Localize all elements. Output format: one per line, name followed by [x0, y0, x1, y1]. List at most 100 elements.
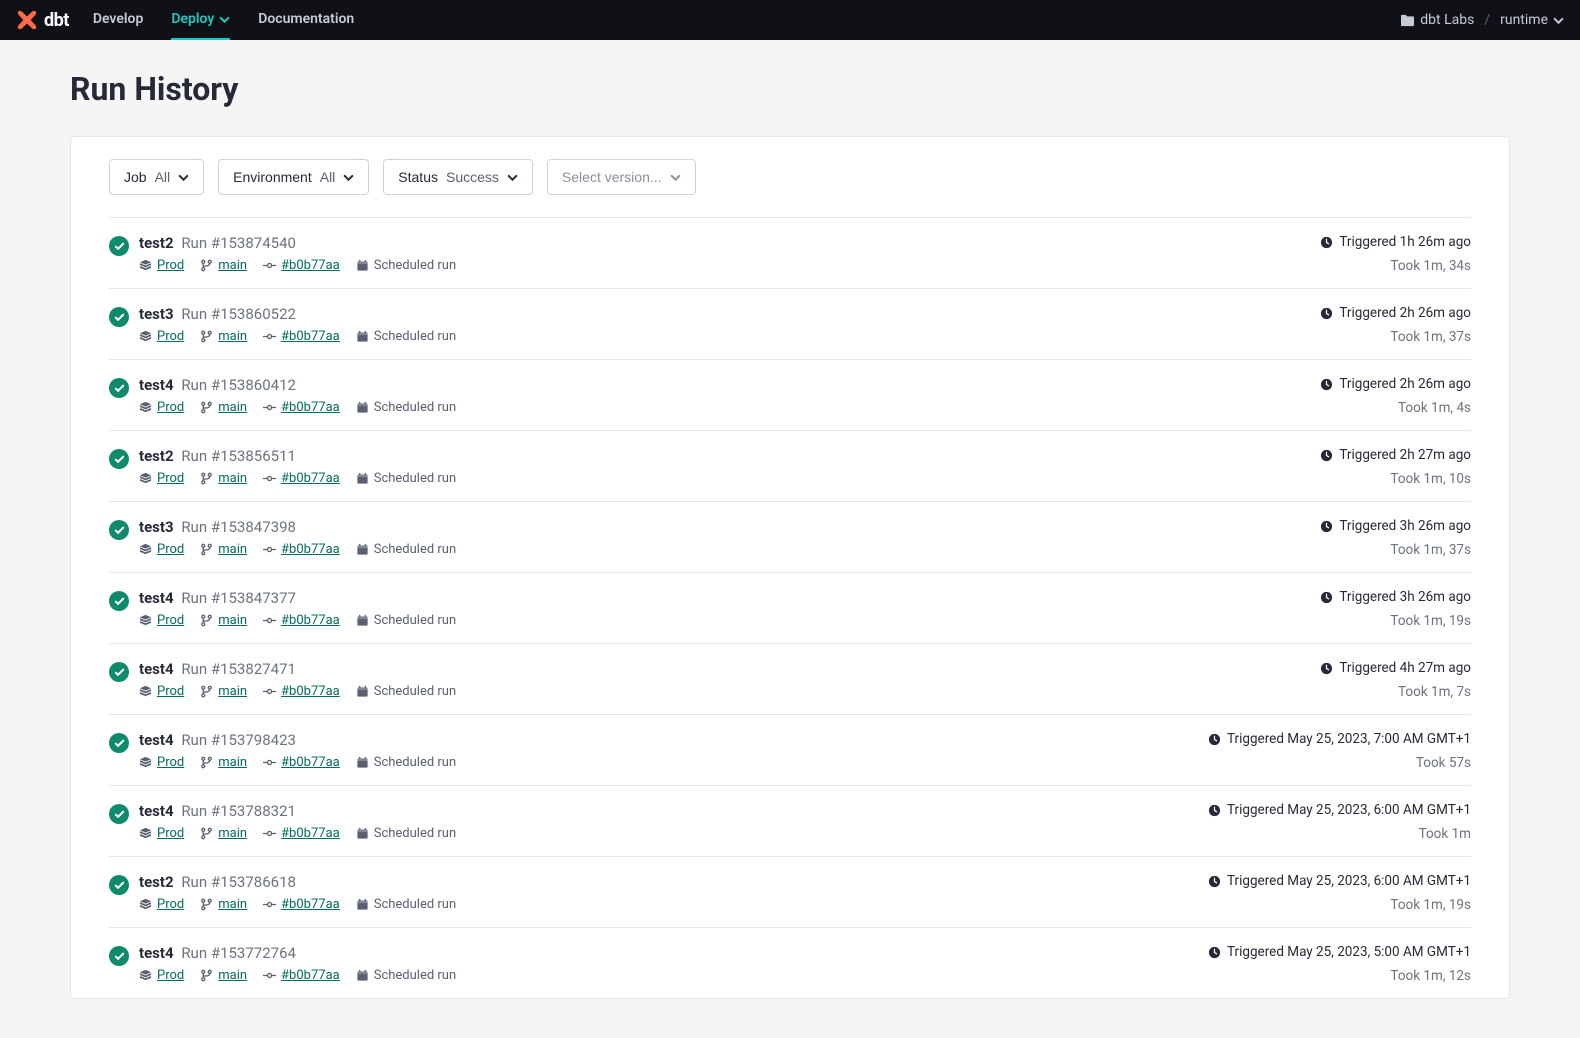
run-id: Run #153847377	[181, 589, 296, 607]
run-title: test4 Run #153860412	[139, 376, 1320, 394]
env-link[interactable]: Prod	[139, 471, 184, 486]
env-link[interactable]: Prod	[139, 968, 184, 983]
commit-link[interactable]: #b0b77aa	[263, 471, 340, 486]
filter-job[interactable]: Job All	[109, 159, 204, 195]
run-row[interactable]: test2 Run #153856511 Prod main #b0b77aa	[109, 430, 1471, 501]
folder-icon	[1400, 14, 1415, 27]
filter-version[interactable]: Select version...	[547, 159, 696, 195]
run-right: Triggered May 25, 2023, 6:00 AM GMT+1 To…	[1208, 873, 1471, 913]
brand-logo[interactable]: dbt	[16, 9, 69, 31]
calendar-icon	[356, 756, 369, 769]
calendar-icon	[356, 969, 369, 982]
run-title: test2 Run #153874540	[139, 234, 1320, 252]
commit-link[interactable]: #b0b77aa	[263, 684, 340, 699]
env-link[interactable]: Prod	[139, 258, 184, 273]
duration: Took 1m, 34s	[1320, 258, 1471, 274]
clock-icon	[1208, 804, 1221, 817]
status-success-icon	[109, 236, 129, 256]
branch-link[interactable]: main	[200, 542, 247, 557]
branch-link[interactable]: main	[200, 613, 247, 628]
job-name: test4	[139, 944, 174, 962]
job-name: test4	[139, 589, 174, 607]
nav-context: dbt Labs / runtime	[1400, 12, 1564, 28]
duration: Took 1m, 19s	[1208, 897, 1471, 913]
run-right: Triggered May 25, 2023, 7:00 AM GMT+1 To…	[1208, 731, 1471, 771]
run-right: Triggered 2h 27m ago Took 1m, 10s	[1320, 447, 1471, 487]
run-title: test2 Run #153856511	[139, 447, 1320, 465]
env-link[interactable]: Prod	[139, 684, 184, 699]
run-main: test3 Run #153860522 Prod main #b0b77aa	[139, 305, 1320, 344]
commit-link[interactable]: #b0b77aa	[263, 968, 340, 983]
run-meta: Prod main #b0b77aa Scheduled run	[139, 542, 1320, 557]
dbt-logo-icon	[16, 9, 38, 31]
run-meta: Prod main #b0b77aa Scheduled run	[139, 968, 1208, 983]
commit-link[interactable]: #b0b77aa	[263, 755, 340, 770]
env-link[interactable]: Prod	[139, 329, 184, 344]
trigger-time: Triggered 4h 27m ago	[1320, 660, 1471, 676]
run-row[interactable]: test3 Run #153847398 Prod main #b0b77aa	[109, 501, 1471, 572]
duration: Took 1m, 10s	[1320, 471, 1471, 487]
nav-deploy[interactable]: Deploy	[171, 0, 230, 40]
branch-link[interactable]: main	[200, 684, 247, 699]
run-row[interactable]: test3 Run #153860522 Prod main #b0b77aa	[109, 288, 1471, 359]
run-main: test4 Run #153847377 Prod main #b0b77aa	[139, 589, 1320, 628]
git-commit-icon	[263, 614, 276, 627]
commit-link[interactable]: #b0b77aa	[263, 897, 340, 912]
nav-documentation[interactable]: Documentation	[258, 0, 354, 40]
layers-icon	[139, 401, 152, 414]
env-link[interactable]: Prod	[139, 826, 184, 841]
calendar-icon	[356, 543, 369, 556]
org-picker[interactable]: dbt Labs	[1400, 12, 1474, 28]
commit-link[interactable]: #b0b77aa	[263, 826, 340, 841]
duration: Took 1m, 19s	[1320, 613, 1471, 629]
chevron-down-icon	[343, 172, 354, 183]
calendar-icon	[356, 259, 369, 272]
calendar-icon	[356, 401, 369, 414]
run-type: Scheduled run	[356, 897, 456, 912]
commit-link[interactable]: #b0b77aa	[263, 258, 340, 273]
run-title: test3 Run #153860522	[139, 305, 1320, 323]
commit-link[interactable]: #b0b77aa	[263, 542, 340, 557]
run-row[interactable]: test2 Run #153786618 Prod main #b0b77aa	[109, 856, 1471, 927]
status-success-icon	[109, 307, 129, 327]
git-commit-icon	[263, 401, 276, 414]
run-row[interactable]: test4 Run #153847377 Prod main #b0b77aa	[109, 572, 1471, 643]
filter-status[interactable]: Status Success	[383, 159, 533, 195]
run-id: Run #153798423	[181, 731, 296, 749]
branch-link[interactable]: main	[200, 329, 247, 344]
branch-link[interactable]: main	[200, 897, 247, 912]
run-row[interactable]: test4 Run #153798423 Prod main #b0b77aa	[109, 714, 1471, 785]
branch-link[interactable]: main	[200, 258, 247, 273]
run-id: Run #153827471	[181, 660, 296, 678]
layers-icon	[139, 543, 152, 556]
run-type: Scheduled run	[356, 826, 456, 841]
run-right: Triggered 3h 26m ago Took 1m, 37s	[1320, 518, 1471, 558]
status-success-icon	[109, 378, 129, 398]
run-row[interactable]: test4 Run #153788321 Prod main #b0b77aa	[109, 785, 1471, 856]
commit-link[interactable]: #b0b77aa	[263, 400, 340, 415]
env-link[interactable]: Prod	[139, 542, 184, 557]
job-name: test4	[139, 376, 174, 394]
env-link[interactable]: Prod	[139, 613, 184, 628]
filter-environment[interactable]: Environment All	[218, 159, 369, 195]
branch-link[interactable]: main	[200, 968, 247, 983]
commit-link[interactable]: #b0b77aa	[263, 329, 340, 344]
commit-link[interactable]: #b0b77aa	[263, 613, 340, 628]
branch-link[interactable]: main	[200, 826, 247, 841]
run-row[interactable]: test2 Run #153874540 Prod main #b0b77aa	[109, 217, 1471, 288]
nav-develop[interactable]: Develop	[93, 0, 143, 40]
branch-link[interactable]: main	[200, 755, 247, 770]
run-row[interactable]: test4 Run #153827471 Prod main #b0b77aa	[109, 643, 1471, 714]
branch-link[interactable]: main	[200, 471, 247, 486]
run-row[interactable]: test4 Run #153772764 Prod main #b0b77aa	[109, 927, 1471, 998]
trigger-time: Triggered 2h 26m ago	[1320, 376, 1471, 392]
env-link[interactable]: Prod	[139, 897, 184, 912]
branch-link[interactable]: main	[200, 400, 247, 415]
git-commit-icon	[263, 543, 276, 556]
project-picker[interactable]: runtime	[1500, 12, 1564, 28]
env-link[interactable]: Prod	[139, 400, 184, 415]
env-link[interactable]: Prod	[139, 755, 184, 770]
run-row[interactable]: test4 Run #153860412 Prod main #b0b77aa	[109, 359, 1471, 430]
trigger-time: Triggered 3h 26m ago	[1320, 589, 1471, 605]
git-branch-icon	[200, 259, 213, 272]
